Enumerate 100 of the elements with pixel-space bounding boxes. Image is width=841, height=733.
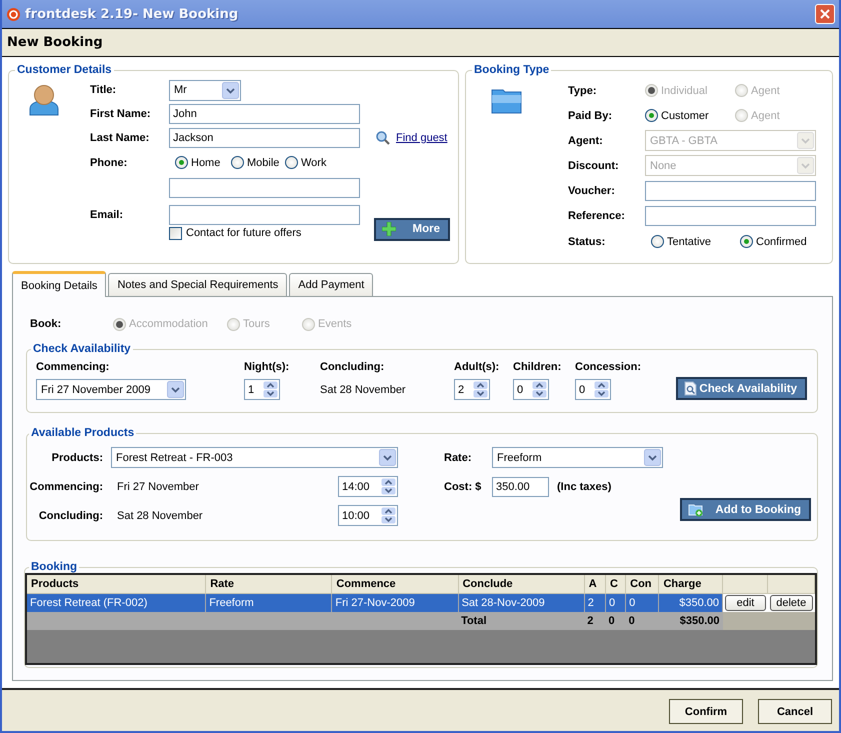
total-value: 0 (628, 615, 635, 627)
field-label: Type: (568, 84, 598, 96)
tab[interactable]: Notes and Special Requirements (108, 273, 288, 297)
confirm-button[interactable]: Confirm (669, 699, 743, 724)
dropdown[interactable]: Freeform (492, 447, 663, 468)
field-label: Adult(s): (454, 361, 500, 373)
more-button[interactable]: More (374, 218, 450, 240)
field-label: Commencing: (30, 480, 104, 492)
section-title: Booking (30, 561, 78, 573)
column-header: A (584, 575, 606, 593)
field-label: Concession: (575, 361, 642, 373)
tax-note: (Inc taxes) (557, 480, 612, 492)
date-text: Sat 28 November (320, 382, 407, 398)
spin-field[interactable]: 14:00 (338, 476, 398, 497)
chevron-down-icon (644, 449, 661, 466)
dropdown[interactable]: Forest Retreat - FR-003 (111, 447, 398, 468)
close-button[interactable] (815, 4, 835, 24)
field-label: Paid By: (568, 110, 614, 122)
field-label: Commencing: (36, 361, 110, 373)
dropdown[interactable]: Mr (169, 80, 241, 100)
date-text: Fri 27 November (116, 480, 199, 494)
text-field[interactable] (645, 206, 816, 226)
field-label: Title: (90, 84, 118, 96)
spin-arrows-icon (381, 478, 396, 495)
field-label: Night(s): (244, 361, 290, 373)
column-header: C (605, 575, 626, 593)
section-title: Check Availability (32, 343, 132, 355)
delete-button[interactable]: delete (770, 594, 812, 611)
page-title: New Booking (7, 35, 103, 50)
spin-arrows-icon (532, 381, 547, 398)
add-to-booking-button[interactable]: Add to Booking (680, 498, 811, 521)
radio-button[interactable]: Work (285, 156, 345, 169)
field-label: Email: (90, 208, 124, 220)
total-value: 0 (608, 615, 615, 627)
window-title: frontdesk 2.19- New Booking (25, 6, 240, 22)
radio-button[interactable]: Tentative (651, 235, 740, 248)
column-header: Charge (658, 575, 723, 593)
spin-field[interactable]: 0 (513, 379, 549, 400)
table-row[interactable]: Forest Retreat (FR-002) Freeform Fri 27-Nov-2009 Sat 28-Nov-2009 2 0 0 $350.00 edit delete (27, 593, 814, 612)
field-label: First Name: (90, 108, 152, 120)
field-label: Children: (513, 361, 562, 373)
text-field[interactable] (645, 180, 816, 200)
check-availability-button[interactable]: Check Availability (676, 377, 807, 400)
field-label: Last Name: (90, 132, 150, 144)
total-label: Total (461, 615, 487, 627)
text-field[interactable] (169, 204, 360, 224)
column-header: Conclude (458, 575, 584, 593)
spin-arrows-icon (473, 381, 488, 398)
field-label: Phone: (90, 156, 128, 168)
edit-button[interactable]: edit (725, 594, 766, 611)
field-label: Cost: $ (444, 480, 482, 492)
total-value: 2 (587, 615, 594, 627)
date-text: Sat 28 November (116, 508, 203, 524)
field-label: Book: (30, 318, 62, 330)
radio-button[interactable]: Home (175, 156, 231, 169)
chevron-down-icon (379, 449, 396, 466)
field-label: Status: (568, 236, 606, 248)
folder-icon (491, 87, 522, 114)
tab[interactable]: Add Payment (289, 273, 374, 297)
section-title: Available Products (30, 427, 136, 439)
field-label: Concluding: (38, 510, 104, 522)
cancel-button[interactable]: Cancel (758, 699, 832, 724)
spin-field[interactable]: 1 (244, 379, 280, 400)
plus-icon (382, 222, 396, 236)
chevron-down-icon (797, 132, 814, 149)
field-label: Discount: (568, 160, 620, 172)
spin-arrows-icon (263, 381, 278, 398)
spin-arrows-icon (594, 381, 609, 398)
column-header: Rate (206, 575, 332, 593)
radio-button[interactable]: Confirmed (740, 235, 820, 248)
cost-field[interactable]: 350.00 (492, 476, 549, 496)
spin-field[interactable]: 0 (575, 379, 611, 400)
field-label: Reference: (568, 210, 626, 222)
field-label: Concluding: (320, 361, 386, 373)
magnifier-icon (376, 130, 390, 144)
column-header: Commence (332, 575, 458, 593)
radio-button[interactable]: Customer (645, 109, 735, 122)
field-label: Voucher: (568, 184, 616, 196)
spin-field[interactable]: 10:00 (338, 505, 398, 526)
chevron-down-icon (222, 82, 239, 98)
text-field[interactable]: Jackson (169, 128, 360, 148)
field-label: Products: (52, 452, 104, 464)
person-icon (29, 84, 59, 116)
field-label: Rate: (444, 452, 472, 464)
section-title: Booking Type (473, 64, 550, 76)
chevron-down-icon (167, 381, 184, 398)
total-value: $350.00 (680, 615, 720, 627)
radio-button[interactable]: Mobile (231, 156, 285, 169)
spin-field[interactable]: 2 (454, 379, 490, 400)
column-header: Products (27, 575, 206, 593)
document-search-icon (684, 381, 698, 396)
text-field[interactable]: John (169, 104, 360, 124)
checkbox[interactable]: Contact for future offers (169, 226, 302, 240)
app-logo-icon (7, 8, 20, 20)
tab[interactable]: Booking Details (12, 271, 106, 297)
spin-arrows-icon (381, 507, 396, 524)
text-field[interactable] (169, 178, 360, 198)
close-icon (820, 9, 830, 19)
dropdown[interactable]: Fri 27 November 2009 (36, 379, 186, 400)
find-guest-link[interactable]: Find guest (376, 130, 448, 144)
